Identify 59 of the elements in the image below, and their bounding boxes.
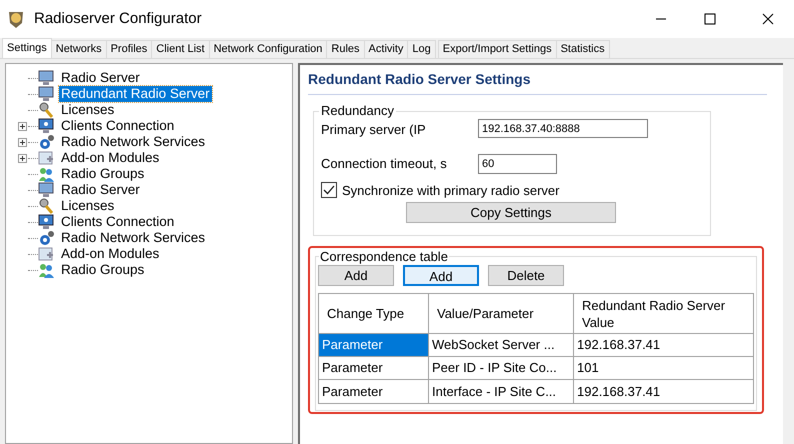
panel-heading: Redundant Radio Server Settings bbox=[308, 69, 767, 95]
table-cell-text: 192.168.37.41 bbox=[576, 382, 662, 401]
tree-item[interactable]: Radio Network Services bbox=[59, 134, 208, 150]
monitor-icon bbox=[38, 70, 54, 86]
column-header[interactable]: Change Type bbox=[319, 294, 429, 333]
network-monitor-icon bbox=[38, 214, 54, 230]
field-label: Connection timeout, s bbox=[321, 154, 448, 173]
tab[interactable]: Log bbox=[407, 40, 436, 58]
tree-item[interactable]: Clients Connection bbox=[59, 118, 176, 134]
tree-item[interactable]: Add-on Modules bbox=[59, 150, 162, 166]
table-cell: Parameter bbox=[319, 334, 429, 356]
gear-icon bbox=[38, 134, 54, 150]
monitor-icon bbox=[38, 86, 54, 102]
checkbox-label: Synchronize with primary radio server bbox=[342, 182, 560, 200]
people-icon bbox=[38, 262, 54, 278]
tree-item[interactable]: Radio Server bbox=[59, 182, 142, 198]
tree-item[interactable]: Radio Network Services bbox=[59, 230, 208, 246]
tree-item[interactable]: Radio Groups bbox=[59, 262, 146, 278]
people-icon bbox=[38, 166, 54, 182]
maximize-icon[interactable] bbox=[704, 13, 716, 25]
column-header[interactable]: Redundant Radio Server Value bbox=[574, 294, 753, 333]
column-header[interactable]: Value/Parameter bbox=[429, 294, 574, 333]
group-legend: Correspondence table bbox=[319, 249, 449, 264]
tree-item[interactable]: Radio Groups bbox=[59, 166, 146, 182]
network-monitor-icon bbox=[38, 118, 54, 134]
table-cell: Interface - IP Site C... bbox=[429, 380, 574, 403]
table-action-button[interactable]: Delete bbox=[488, 265, 564, 286]
tab[interactable]: Statistics bbox=[556, 40, 610, 58]
keys-icon bbox=[38, 102, 54, 118]
tree-item[interactable]: Clients Connection bbox=[59, 214, 176, 230]
tree-item[interactable]: Licenses bbox=[59, 102, 116, 118]
table-action-button[interactable]: Add bbox=[318, 265, 394, 286]
window-title: Radioserver Configurator bbox=[34, 8, 202, 29]
table-cell: Parameter bbox=[319, 380, 429, 403]
table-cell: Peer ID - IP Site Co... bbox=[429, 357, 574, 379]
app-logo-icon bbox=[6, 9, 26, 29]
tab[interactable]: Settings bbox=[2, 38, 52, 58]
table-cell: WebSocket Server ... bbox=[429, 334, 574, 356]
tree-item[interactable]: Redundant Radio Server bbox=[59, 86, 212, 102]
tree-item[interactable]: Add-on Modules bbox=[59, 246, 162, 262]
table-cell: Parameter bbox=[319, 357, 429, 379]
timeout-field[interactable]: 60 bbox=[478, 154, 557, 174]
module-icon bbox=[38, 246, 54, 262]
monitor-icon bbox=[38, 182, 54, 198]
table-action-button[interactable]: Add bbox=[403, 265, 479, 286]
field-label: Primary server (IP bbox=[321, 121, 427, 139]
gear-icon bbox=[38, 230, 54, 246]
copy-settings-button[interactable]: Copy Settings bbox=[406, 202, 616, 223]
close-icon[interactable] bbox=[762, 13, 774, 25]
sync-checkbox[interactable] bbox=[321, 182, 337, 198]
group-legend: Redundancy bbox=[319, 103, 396, 118]
tree-item[interactable]: Radio Server bbox=[59, 70, 142, 86]
table-cell-text: 192.168.37.41 bbox=[576, 336, 662, 354]
keys-icon bbox=[38, 198, 54, 214]
module-icon bbox=[38, 150, 54, 166]
table-cell-text: 101 bbox=[576, 359, 600, 378]
tree-item[interactable]: Licenses bbox=[59, 198, 116, 214]
tab[interactable]: Export/Import Settings bbox=[438, 40, 557, 58]
primary-server-field[interactable]: 192.168.37.40:8888 bbox=[478, 119, 648, 138]
